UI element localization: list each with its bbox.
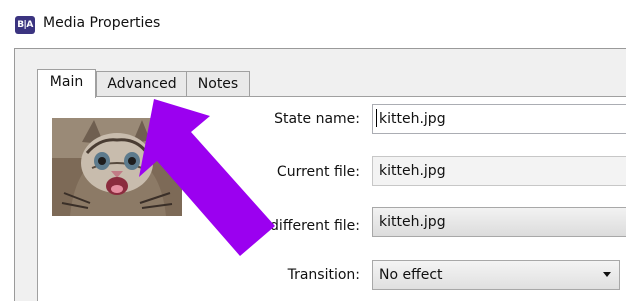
kitten-thumbnail-image [52,118,182,216]
state-name-input[interactable]: kitteh.jpg [372,104,626,134]
transition-selected-value: No effect [379,267,443,283]
transition-label: Transition: [287,267,360,283]
select-file-label: Select different file: [222,218,360,234]
title-bar: B|A Media Properties [0,0,626,48]
tab-notes[interactable]: Notes [186,71,250,96]
text-caret [376,109,377,127]
select-file-button[interactable]: kitteh.jpg [372,207,626,237]
transition-select[interactable]: No effect [372,260,620,290]
state-name-label: State name: [274,111,360,127]
current-file-label: Current file: [276,164,360,180]
media-thumbnail [45,108,193,230]
current-file-field: kitteh.jpg [372,156,626,186]
media-app-icon: B|A [15,16,35,34]
window-title: Media Properties [43,15,161,31]
chevron-down-icon [603,272,611,277]
tab-advanced[interactable]: Advanced [96,71,188,96]
tab-main[interactable]: Main [37,69,96,98]
